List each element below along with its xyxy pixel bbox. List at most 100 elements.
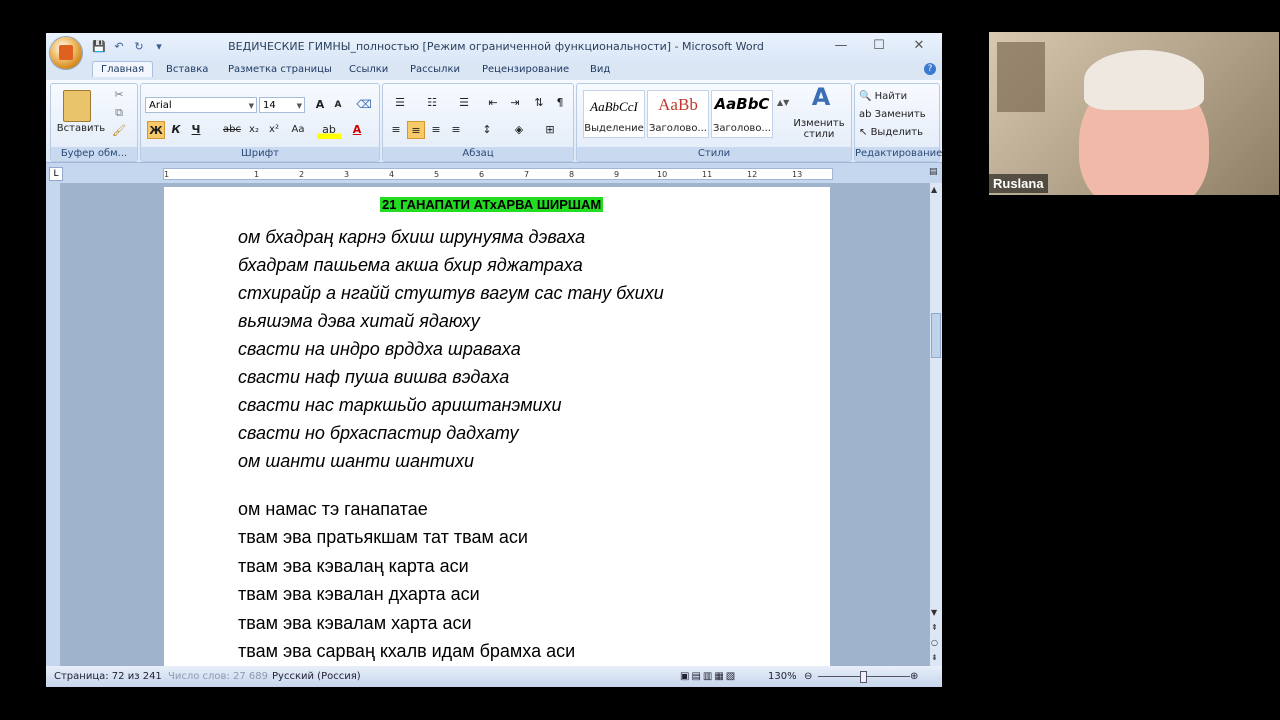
superscript-icon[interactable]: x² [265, 121, 283, 139]
doc-line: твам эва кэвалан дхарта аси [238, 584, 480, 604]
maximize-button[interactable]: ☐ [864, 37, 894, 55]
show-marks-icon[interactable]: ¶ [551, 94, 569, 112]
redo-icon[interactable]: ↻ [132, 40, 146, 54]
scroll-up-icon[interactable]: ▲ [931, 185, 937, 194]
style-heading1[interactable]: AaBb Заголово... [647, 90, 709, 138]
italic-button[interactable]: К [167, 121, 185, 139]
minimize-button[interactable]: — [826, 37, 856, 55]
scroll-down-icon[interactable]: ▼ [931, 608, 937, 617]
save-icon[interactable]: 💾 [92, 40, 106, 54]
ruler-number: 5 [434, 170, 440, 179]
office-button[interactable] [50, 37, 82, 69]
close-button[interactable]: ✕ [904, 37, 934, 55]
browse-object-icon[interactable]: ○ [931, 638, 938, 647]
borders-icon[interactable]: ⊞ [537, 121, 563, 139]
view-buttons-icon[interactable]: ▣▤▥▦▧ [680, 671, 737, 682]
shading-icon[interactable]: ◈ [507, 121, 531, 139]
line-spacing-icon[interactable]: ↕ [475, 121, 499, 139]
doc-line: бхадрам пашьема акша бхир яджатраха [238, 255, 583, 275]
replace-button[interactable]: ab Заменить [859, 106, 935, 124]
style-heading2[interactable]: AaBbC Заголово... [711, 90, 773, 138]
editing-group-label: Редактирование [855, 147, 942, 161]
vertical-scrollbar[interactable]: ▲ ▼ ⇞ ○ ⇟ [930, 183, 942, 666]
help-icon[interactable]: ? [924, 63, 936, 75]
change-styles-button[interactable]: Изменить стили [789, 118, 849, 142]
zoom-level[interactable]: 130% [768, 671, 797, 682]
paste-icon[interactable] [63, 90, 91, 122]
align-center-icon[interactable]: ≡ [407, 121, 425, 139]
document-page[interactable]: 21 ГАНАПАТИ АТхАРВА ШИРШАМ ом бхадраң ка… [164, 187, 830, 666]
prev-page-icon[interactable]: ⇞ [931, 623, 938, 632]
change-styles-icon[interactable]: A [799, 85, 843, 109]
next-page-icon[interactable]: ⇟ [931, 653, 938, 662]
undo-icon[interactable]: ↶ [112, 40, 126, 54]
style-emphasis[interactable]: AaBbCcI Выделение [583, 90, 645, 138]
document-area[interactable]: 21 ГАНАПАТИ АТхАРВА ШИРШАМ ом бхадраң ка… [46, 183, 930, 666]
align-left-icon[interactable]: ≡ [387, 121, 405, 139]
title-bar: 💾 ↶ ↻ ▾ ВЕДИЧЕСКИЕ ГИМНЫ_полностью [Режи… [46, 33, 942, 60]
doc-line: твам эва пратьякшам тат твам аси [238, 527, 528, 547]
paste-button[interactable]: Вставить [53, 120, 109, 138]
view-ruler-icon[interactable]: ▤ [929, 167, 939, 181]
tab-view[interactable]: Вид [590, 64, 610, 75]
align-right-icon[interactable]: ≡ [427, 121, 445, 139]
clear-formatting-icon[interactable]: ⌫ [355, 96, 373, 114]
underline-button[interactable]: Ч [187, 121, 205, 139]
strikethrough-icon[interactable]: abc [221, 121, 243, 139]
doc-line: свасти на индро врддха шраваха [238, 339, 521, 359]
tab-mailings[interactable]: Рассылки [410, 64, 460, 75]
participant-name: Ruslana [989, 174, 1048, 193]
sort-icon[interactable]: ⇅ [529, 94, 549, 112]
zoom-slider-handle[interactable] [860, 671, 867, 683]
copy-icon[interactable]: ⧉ [109, 104, 129, 122]
ruler-number: 13 [792, 170, 803, 179]
doc-line: ом шанти шанти шантихи [238, 451, 474, 471]
select-button[interactable]: ↖ Выделить [859, 124, 935, 142]
numbering-icon[interactable]: ☷ [419, 94, 445, 112]
scrollbar-thumb[interactable] [931, 313, 941, 358]
font-color-icon[interactable]: A [347, 121, 367, 139]
zoom-out-icon[interactable]: ⊖ [804, 671, 812, 682]
tab-home[interactable]: Главная [92, 61, 154, 77]
bullets-icon[interactable]: ☰ [387, 94, 413, 112]
ruler-bar: 1 1 2 3 4 5 6 7 8 9 10 11 12 13 [163, 168, 833, 180]
tab-page-layout[interactable]: Разметка страницы [228, 64, 332, 75]
ruler-number: 10 [657, 170, 668, 179]
background-picture [997, 42, 1045, 112]
styles-scroll-icon[interactable]: ▲▼ [777, 94, 789, 112]
zoom-in-icon[interactable]: ⊕ [910, 671, 918, 682]
highlight-icon[interactable]: ab [317, 121, 341, 139]
subscript-icon[interactable]: x₂ [245, 121, 263, 139]
justify-icon[interactable]: ≡ [447, 121, 465, 139]
format-painter-icon[interactable]: 🖌 [109, 122, 129, 140]
font-family-select[interactable]: Arial ▼ [145, 97, 257, 113]
doc-line: твам эва сарваң кхалв идам брамха аси [238, 641, 576, 661]
ruler-number: 9 [614, 170, 620, 179]
find-button[interactable]: 🔍 Найти [859, 88, 935, 106]
paragraph-group-label: Абзац [383, 147, 573, 161]
customize-qat-icon[interactable]: ▾ [152, 40, 166, 54]
word-count[interactable]: Число слов: 27 689 [168, 671, 268, 682]
select-label: Выделить [870, 127, 923, 138]
cut-icon[interactable]: ✂ [109, 86, 129, 104]
font-size-select[interactable]: 14 ▼ [259, 97, 305, 113]
change-case-icon[interactable]: Aa [287, 121, 309, 139]
doc-line: свасти но брхаспастир дадхату [238, 423, 519, 443]
horizontal-ruler[interactable]: L 1 1 2 3 4 5 6 7 8 9 10 11 12 13 ▤ [46, 167, 942, 181]
decrease-indent-icon[interactable]: ⇤ [483, 94, 503, 112]
bold-button[interactable]: Ж [147, 121, 165, 139]
multilevel-list-icon[interactable]: ☰ [451, 94, 477, 112]
doc-line: стхирайр а нгайй стуштув вагум сас тану … [238, 283, 664, 303]
tab-selector-icon[interactable]: L [49, 167, 63, 181]
tab-references[interactable]: Ссылки [349, 64, 388, 75]
tab-review[interactable]: Рецензирование [482, 64, 569, 75]
grow-font-icon[interactable]: A [311, 96, 329, 114]
video-tile: Ruslana [989, 32, 1279, 195]
language-indicator[interactable]: Русский (Россия) [272, 671, 361, 682]
tab-insert[interactable]: Вставка [166, 64, 208, 75]
select-icon: ↖ [859, 127, 871, 138]
increase-indent-icon[interactable]: ⇥ [505, 94, 525, 112]
shrink-font-icon[interactable]: A [329, 96, 347, 114]
doc-line: ом бхадраң карнэ бхиш шрунуяма дэваха [238, 227, 586, 247]
page-count[interactable]: Страница: 72 из 241 [54, 671, 162, 682]
